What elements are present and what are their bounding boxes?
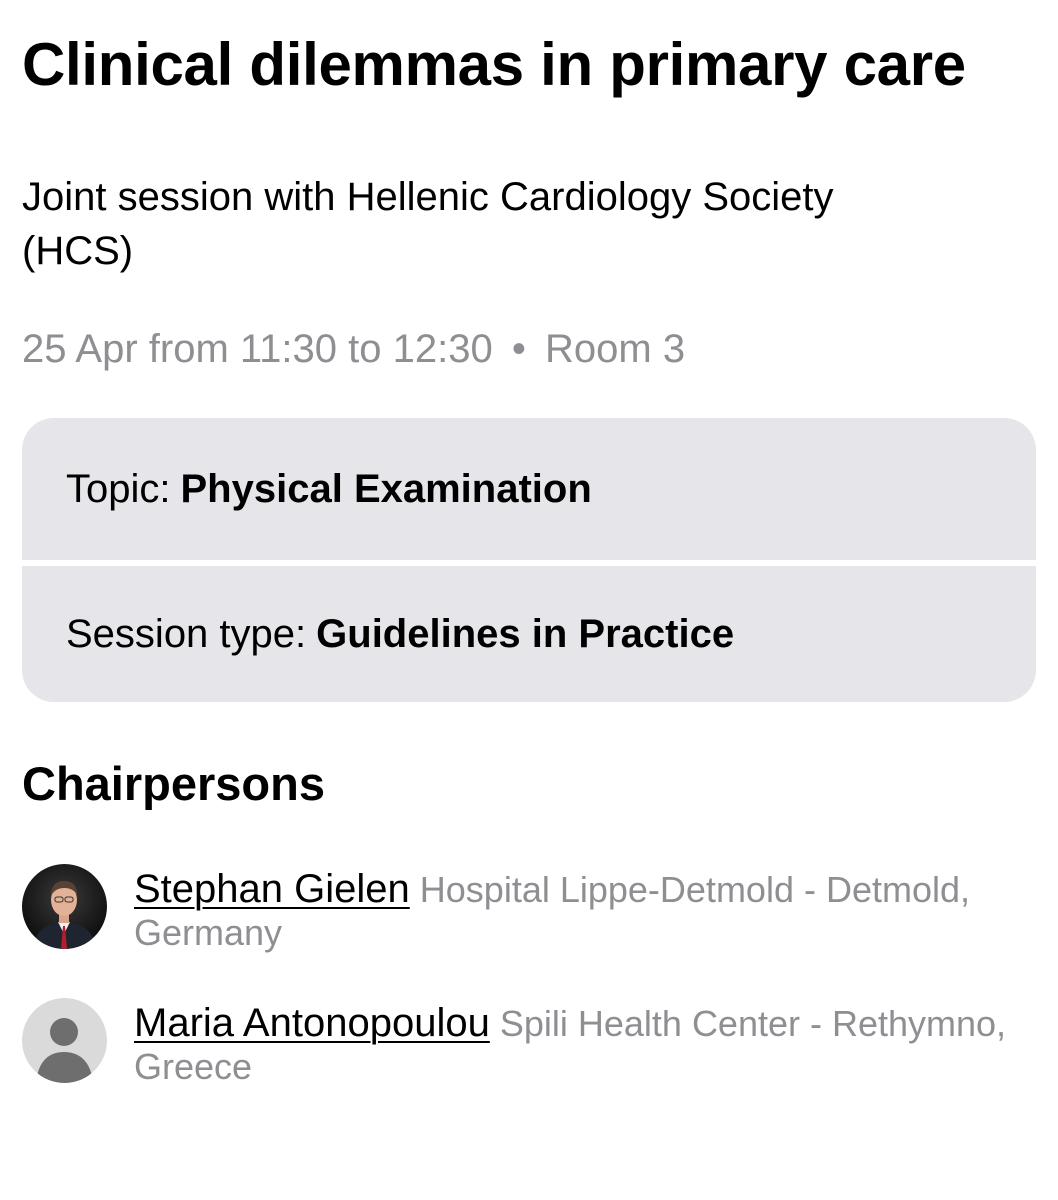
avatar[interactable] [22,864,107,949]
session-date: 25 Apr [22,327,138,371]
avatar[interactable] [22,998,107,1083]
chairperson-item: Stephan Gielen Hospital Lippe-Detmold - … [22,864,1036,958]
to-label: to [348,327,382,371]
end-time: 12:30 [392,327,493,371]
placeholder-person-icon [22,998,107,1083]
separator-dot: • [511,327,526,371]
session-type-row: Session type: Guidelines in Practice [22,560,1036,702]
photo-avatar-icon [22,864,107,949]
start-time: 11:30 [239,327,338,371]
session-type-value: Guidelines in Practice [316,611,735,656]
chairperson-text: Maria Antonopoulou Spili Health Center -… [134,1002,1036,1088]
session-schedule: 25 Apr from 11:30 to 12:30 • Room 3 [22,324,1036,374]
from-label: from [148,327,229,371]
chairperson-name-link[interactable]: Maria Antonopoulou [134,1001,490,1045]
chairperson-text: Stephan Gielen Hospital Lippe-Detmold - … [134,868,1036,954]
topic-value: Physical Examination [180,466,592,511]
session-subtitle: Joint session with Hellenic Cardiology S… [22,175,834,273]
chairperson-name-link[interactable]: Stephan Gielen [134,867,410,911]
chairpersons-heading: Chairpersons [22,757,325,810]
session-room: Room 3 [545,327,686,371]
session-type-label: Session type: [66,611,307,656]
topic-label: Topic: [66,466,171,511]
session-detail: Clinical dilemmas in primary care Joint … [22,0,1036,1092]
topic-row: Topic: Physical Examination [22,418,1036,560]
session-title: Clinical dilemmas in primary care [22,31,966,98]
session-info-card: Topic: Physical Examination Session type… [22,418,1036,702]
chairperson-item: Maria Antonopoulou Spili Health Center -… [22,998,1036,1092]
